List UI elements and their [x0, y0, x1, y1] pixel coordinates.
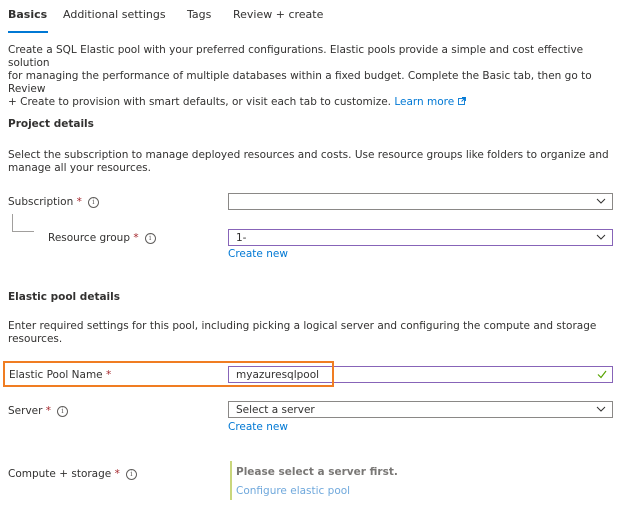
compute-message: Please select a server first.	[236, 466, 398, 478]
compute-storage-label-text: Compute + storage	[8, 468, 112, 480]
create-new-server-link[interactable]: Create new	[228, 421, 288, 433]
info-icon[interactable]: i	[125, 468, 137, 480]
project-desc-line-2: manage all your resources.	[8, 162, 151, 174]
server-dropdown[interactable]: Select a server	[228, 401, 613, 418]
learn-more-link[interactable]: Learn more	[394, 96, 466, 108]
create-new-resource-group-link[interactable]: Create new	[228, 248, 288, 260]
chevron-down-icon	[596, 234, 606, 240]
learn-more-label: Learn more	[394, 96, 455, 108]
intro-line-3-text: + Create to provision with smart default…	[8, 96, 391, 108]
intro-line-1: Create a SQL Elastic pool with your pref…	[8, 44, 584, 69]
tab-tags[interactable]: Tags	[187, 8, 211, 21]
intro-line-3: + Create to provision with smart default…	[8, 96, 624, 109]
server-label: Server * i	[8, 405, 69, 417]
tree-connector-horizontal	[12, 231, 34, 232]
compute-storage-label: Compute + storage * i	[8, 468, 137, 480]
tab-basics[interactable]: Basics	[8, 8, 47, 21]
intro-line-2: for managing the performance of multiple…	[8, 70, 592, 95]
resource-group-label-text: Resource group	[48, 232, 130, 244]
server-label-text: Server	[8, 405, 43, 417]
server-value: Select a server	[236, 404, 315, 416]
configure-elastic-pool-link[interactable]: Configure elastic pool	[236, 485, 350, 497]
resource-group-value: 1-	[236, 232, 247, 244]
info-icon[interactable]: i	[144, 232, 156, 244]
active-tab-indicator	[8, 31, 48, 33]
subscription-label-text: Subscription	[8, 196, 74, 208]
required-marker: *	[76, 196, 82, 208]
external-link-icon	[457, 97, 466, 105]
highlight-box	[3, 361, 334, 387]
tab-review-create[interactable]: Review + create	[233, 8, 323, 21]
info-icon[interactable]: i	[57, 405, 69, 417]
required-marker: *	[133, 232, 139, 244]
project-details-title: Project details	[8, 118, 94, 130]
project-details-description: Select the subscription to manage deploy…	[8, 149, 609, 175]
elastic-pool-details-title: Elastic pool details	[8, 291, 120, 303]
pool-desc-line-1: Enter required settings for this pool, i…	[8, 320, 597, 332]
required-marker: *	[114, 468, 120, 480]
intro-text: Create a SQL Elastic pool with your pref…	[8, 44, 624, 109]
subscription-dropdown[interactable]	[228, 193, 613, 210]
subscription-label: Subscription * i	[8, 196, 99, 208]
elastic-pool-details-description: Enter required settings for this pool, i…	[8, 320, 596, 346]
tab-additional-settings[interactable]: Additional settings	[63, 8, 166, 21]
checkmark-icon	[597, 370, 607, 379]
chevron-down-icon	[596, 406, 606, 412]
resource-group-dropdown[interactable]: 1-	[228, 229, 613, 246]
tree-connector-vertical	[12, 214, 13, 231]
info-icon[interactable]: i	[87, 196, 99, 208]
pool-desc-line-2: resources.	[8, 333, 63, 345]
chevron-down-icon	[596, 198, 606, 204]
project-desc-line-1: Select the subscription to manage deploy…	[8, 149, 609, 161]
compute-info-bar	[230, 461, 232, 500]
required-marker: *	[45, 405, 52, 417]
resource-group-label: Resource group * i	[48, 232, 156, 244]
